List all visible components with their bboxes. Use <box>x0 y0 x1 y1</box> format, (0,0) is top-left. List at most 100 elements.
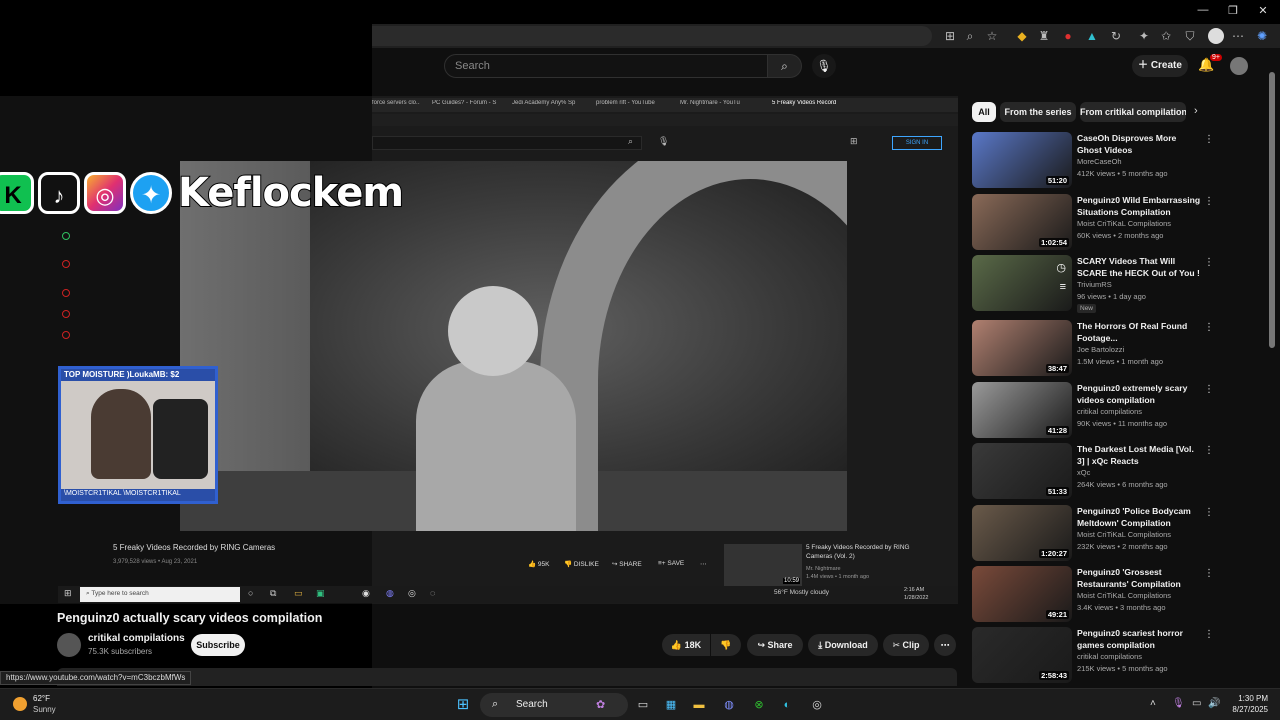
rec-menu-icon[interactable]: ⋮ <box>1204 507 1214 518</box>
microphone-tray-icon[interactable]: 🎙 <box>1172 698 1185 709</box>
adblock-icon[interactable]: ● <box>1060 28 1076 44</box>
description-box[interactable] <box>57 668 957 686</box>
taskbar-date[interactable]: 8/27/2025 <box>1222 705 1268 714</box>
rec-channel[interactable]: Joe Bartolozzi <box>1077 345 1124 354</box>
recommendation-item[interactable]: 1:20:27 Penguinz0 'Police Bodycam Meltdo… <box>972 505 1214 563</box>
rec-thumbnail[interactable]: 2:58:43 <box>972 627 1072 683</box>
recommendation-item[interactable]: ◷ ≡ SCARY Videos That Will SCARE the HEC… <box>972 255 1214 313</box>
like-button[interactable]: 👍 18K <box>662 634 710 656</box>
page-scrollbar-thumb[interactable] <box>1269 72 1275 348</box>
zoom-icon[interactable]: ⌕ <box>962 28 978 44</box>
rec-thumbnail[interactable]: 51:20 <box>972 132 1072 188</box>
sun-weather-icon[interactable] <box>13 697 27 711</box>
share-button[interactable]: ↪ Share <box>747 634 803 656</box>
more-actions-button[interactable]: ⋯ <box>934 634 956 656</box>
watch-later-clock-icon[interactable]: ◷ <box>1056 261 1066 274</box>
rec-thumbnail[interactable]: 1:20:27 <box>972 505 1072 561</box>
refresh-extension-icon[interactable]: ↻ <box>1108 28 1124 44</box>
microsoft-store-icon[interactable]: ▦ <box>662 696 680 714</box>
display-tray-icon[interactable]: ▭ <box>1192 698 1201 709</box>
app-icon[interactable]: ◎ <box>808 696 826 714</box>
address-field[interactable] <box>372 26 932 46</box>
rec-title[interactable]: SCARY Videos That Will SCARE the HECK Ou… <box>1077 255 1201 279</box>
extension-icon[interactable]: ♜ <box>1036 28 1052 44</box>
rec-thumbnail[interactable]: 38:47 <box>972 320 1072 376</box>
recommendation-item[interactable]: 2:58:43 Penguinz0 scariest horror games … <box>972 627 1214 685</box>
create-button[interactable]: ＋ Create <box>1132 55 1188 77</box>
apps-icon[interactable]: ⊞ <box>942 28 958 44</box>
chip-from-channel[interactable]: From critikal compilation <box>1080 102 1186 122</box>
copilot-icon[interactable]: ✺ <box>1254 28 1270 44</box>
chip-all[interactable]: All <box>972 102 996 122</box>
discord-icon[interactable]: ◍ <box>720 696 738 714</box>
xbox-icon[interactable]: ⊗ <box>750 696 768 714</box>
rec-title[interactable]: Penguinz0 scariest horror games compilat… <box>1077 627 1201 651</box>
rec-channel[interactable]: MoreCaseOh <box>1077 157 1122 166</box>
rec-thumbnail[interactable]: ◷ ≡ <box>972 255 1072 311</box>
add-to-queue-icon[interactable]: ≡ <box>1060 281 1066 293</box>
rec-thumbnail[interactable]: 41:28 <box>972 382 1072 438</box>
extension-shield-icon[interactable]: ◆ <box>1014 28 1030 44</box>
rec-menu-icon[interactable]: ⋮ <box>1204 134 1214 145</box>
rec-menu-icon[interactable]: ⋮ <box>1204 384 1214 395</box>
rec-channel[interactable]: Moist CriTiKaL Compilations <box>1077 530 1171 539</box>
edge-browser-icon[interactable]: ◐ <box>778 696 796 714</box>
rec-menu-icon[interactable]: ⋮ <box>1204 629 1214 640</box>
extension-teal-icon[interactable]: ▲ <box>1084 28 1100 44</box>
rec-channel[interactable]: Moist CriTiKaL Compilations <box>1077 591 1171 600</box>
rec-channel[interactable]: xQc <box>1077 468 1090 477</box>
account-avatar[interactable] <box>1230 57 1248 75</box>
recommendation-item[interactable]: 1:02:54 Penguinz0 Wild Embarrassing Situ… <box>972 194 1214 252</box>
rec-menu-icon[interactable]: ⋮ <box>1204 196 1214 207</box>
taskbar-search[interactable]: ⌕ Search ✿ <box>480 693 628 717</box>
download-button[interactable]: ⤓ Download <box>808 634 878 656</box>
rec-channel[interactable]: critikal compilations <box>1077 407 1142 416</box>
close-button[interactable]: ✕ <box>1248 4 1278 17</box>
tray-overflow-chevron-icon[interactable]: ˄ <box>1150 698 1156 709</box>
rec-title[interactable]: The Darkest Lost Media [Vol. 3] | xQc Re… <box>1077 443 1201 467</box>
voice-search-button[interactable]: 🎙 <box>812 54 836 78</box>
rec-menu-icon[interactable]: ⋮ <box>1204 322 1214 333</box>
windows-start-icon[interactable]: ⊞ <box>454 696 472 714</box>
minimize-button[interactable]: — <box>1188 4 1218 16</box>
rec-title[interactable]: The Horrors Of Real Found Footage... <box>1077 320 1201 344</box>
rec-menu-icon[interactable]: ⋮ <box>1204 568 1214 579</box>
channel-avatar[interactable] <box>57 633 81 657</box>
search-input[interactable]: Search <box>444 54 768 78</box>
rec-title[interactable]: Penguinz0 'Police Bodycam Meltdown' Comp… <box>1077 505 1201 529</box>
chip-from-series[interactable]: From the series <box>1000 102 1076 122</box>
chips-next-chevron-icon[interactable]: › <box>1194 105 1198 117</box>
rec-channel[interactable]: critikal compilations <box>1077 652 1142 661</box>
rec-thumbnail[interactable]: 51:33 <box>972 443 1072 499</box>
taskbar-time[interactable]: 1:30 PM <box>1228 694 1268 703</box>
recommendation-item[interactable]: 51:20 CaseOh Disproves More Ghost Videos… <box>972 132 1214 190</box>
rec-title[interactable]: Penguinz0 Wild Embarrassing Situations C… <box>1077 194 1201 218</box>
task-view-icon[interactable]: ▭ <box>634 696 652 714</box>
browser-essentials-icon[interactable]: ⛉ <box>1182 28 1198 44</box>
recommendation-item[interactable]: 41:28 Penguinz0 extremely scary videos c… <box>972 382 1214 440</box>
clip-button[interactable]: ✂ Clip <box>883 634 929 656</box>
profile-icon[interactable] <box>1208 28 1224 44</box>
rec-title[interactable]: CaseOh Disproves More Ghost Videos <box>1077 132 1201 156</box>
favorite-star-icon[interactable]: ☆ <box>984 28 1000 44</box>
subscribe-button[interactable]: Subscribe <box>191 634 245 656</box>
maximize-button[interactable]: ❐ <box>1218 4 1248 17</box>
recommendation-item[interactable]: 38:47 The Horrors Of Real Found Footage.… <box>972 320 1214 378</box>
rec-title[interactable]: Penguinz0 'Grossest Restaurants' Compila… <box>1077 566 1201 590</box>
rec-channel[interactable]: TriviumRS <box>1077 280 1112 289</box>
recommendation-item[interactable]: 49:21 Penguinz0 'Grossest Restaurants' C… <box>972 566 1214 624</box>
channel-name[interactable]: critikal compilations <box>88 633 185 644</box>
rec-title[interactable]: Penguinz0 extremely scary videos compila… <box>1077 382 1201 406</box>
more-menu-icon[interactable]: ⋯ <box>1230 28 1246 44</box>
dislike-button[interactable]: 👎 <box>711 634 741 656</box>
rec-menu-icon[interactable]: ⋮ <box>1204 445 1214 456</box>
rec-thumbnail[interactable]: 1:02:54 <box>972 194 1072 250</box>
rec-thumbnail[interactable]: 49:21 <box>972 566 1072 622</box>
file-explorer-icon[interactable]: ▬ <box>690 696 708 714</box>
volume-tray-icon[interactable]: 🔊 <box>1208 698 1220 709</box>
search-button[interactable]: ⌕ <box>768 54 802 78</box>
recommendation-item[interactable]: 51:33 The Darkest Lost Media [Vol. 3] | … <box>972 443 1214 501</box>
rec-channel[interactable]: Moist CriTiKaL Compilations <box>1077 219 1171 228</box>
rec-menu-icon[interactable]: ⋮ <box>1204 257 1214 268</box>
weather-description[interactable]: Sunny <box>33 705 56 714</box>
